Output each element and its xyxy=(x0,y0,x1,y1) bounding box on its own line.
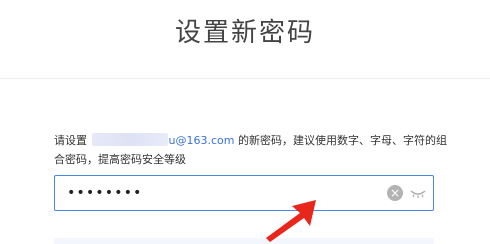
header: 设置新密码 xyxy=(0,0,490,79)
password-value[interactable]: •••••••• xyxy=(67,176,142,210)
page-title: 设置新密码 xyxy=(174,18,315,48)
clear-icon[interactable]: × xyxy=(387,185,403,201)
hint-prefix: 请设置 xyxy=(54,134,87,147)
next-button-area[interactable] xyxy=(54,238,434,244)
red-arrow-annotation xyxy=(266,200,316,242)
password-hint: 请设置 u@163.com 的新密码，建议使用数字、字母、字符的组合密码，提高密… xyxy=(54,131,454,169)
email-address: u@163.com xyxy=(168,134,235,147)
eye-closed-icon[interactable] xyxy=(409,186,427,200)
redacted-email-part xyxy=(91,133,168,146)
new-password-input[interactable]: •••••••• × xyxy=(54,175,434,211)
